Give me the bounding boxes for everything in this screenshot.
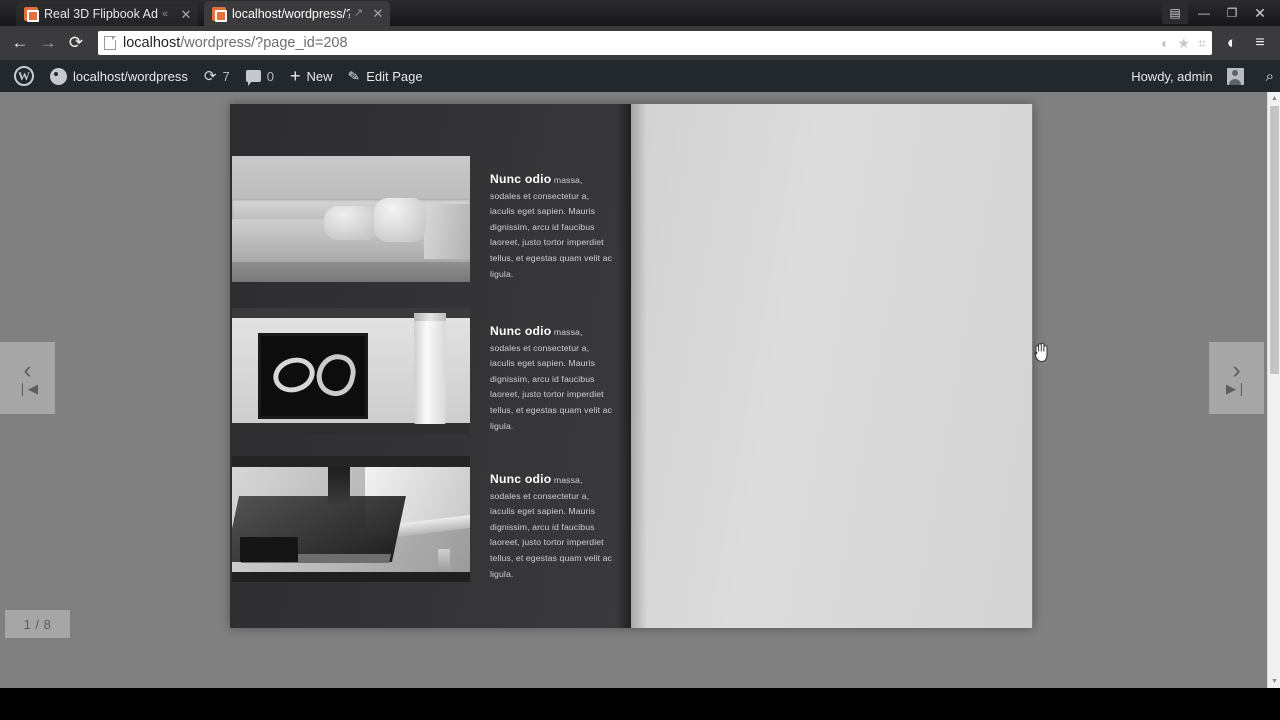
framed-artwork-and-vase-photo — [232, 308, 470, 434]
browser-menu-icon[interactable]: ≡ — [1246, 29, 1274, 57]
maximize-icon[interactable]: ❐ — [1218, 2, 1246, 24]
admin-bar-right: Howdy, admin ⌕ — [1123, 60, 1280, 92]
site-name-menu[interactable]: localhost/wordpress — [42, 60, 196, 92]
comments-count: 0 — [266, 68, 274, 84]
flipbook-stage[interactable]: Nunc odio massa, sodales et consectetur … — [0, 92, 1267, 688]
minimize-icon[interactable]: — — [1190, 2, 1218, 24]
tab-title: localhost/wordpress/?p — [232, 6, 350, 21]
tab-close-icon[interactable]: ✕ — [180, 8, 192, 21]
chevron-left-icon: ‹ — [23, 356, 32, 384]
address-bar-actions: ◐ ★ ⌗ — [1161, 35, 1206, 52]
search-icon[interactable]: ⌕ — [1266, 68, 1274, 85]
edit-page-menu[interactable]: ✎ Edit Page — [340, 60, 430, 92]
scroll-down-icon[interactable]: ▼ — [1268, 675, 1280, 688]
updates-icon: ⟳ — [203, 68, 217, 85]
forward-icon[interactable]: → — [34, 29, 62, 57]
close-icon[interactable]: ✕ — [1246, 2, 1274, 24]
browser-toolbar: ← → ⟳ localhost/wordpress/?page_id=208 ◐… — [0, 26, 1280, 60]
back-icon[interactable]: ← — [6, 29, 34, 57]
page-info-icon[interactable] — [104, 36, 116, 50]
glass-table-photo — [232, 456, 470, 582]
flipbook-page-right[interactable] — [631, 104, 1032, 628]
url-path: /wordpress/?page_id=208 — [180, 35, 348, 51]
site-name-label: localhost/wordpress — [73, 68, 188, 84]
chevron-right-icon: › — [1232, 356, 1241, 384]
wordpress-admin-bar: W localhost/wordpress ⟳ 7 0 + New ✎ Edit… — [0, 60, 1280, 92]
browser-window: Real 3D Flipbook Admin « ✕ localhost/wor… — [0, 0, 1280, 688]
flipbook-page-left[interactable]: Nunc odio massa, sodales et consectetur … — [230, 104, 631, 628]
page-blurb: Nunc odio massa, sodales et consectetur … — [470, 456, 631, 582]
updates-count: 7 — [222, 68, 230, 84]
tab-mute-icon: « — [162, 7, 169, 20]
previous-page-button[interactable]: ‹ ❘◀ — [0, 342, 55, 414]
blurb-lead: Nunc odio — [490, 472, 552, 486]
edit-page-label: Edit Page — [366, 68, 423, 84]
dashboard-icon — [50, 67, 67, 85]
extension-icon[interactable]: ⌗ — [1198, 35, 1206, 52]
page-counter: 1 / 8 — [5, 610, 70, 638]
flipbook-favicon — [212, 6, 227, 22]
flipbook-spread[interactable]: Nunc odio massa, sodales et consectetur … — [230, 104, 1033, 628]
new-label: New — [306, 68, 333, 84]
pencil-icon: ✎ — [347, 66, 362, 85]
tab-mute-icon: ↗ — [354, 7, 364, 19]
tab-title: Real 3D Flipbook Admin — [44, 7, 158, 21]
blurb-body: massa, sodales et consectetur a, iaculis… — [490, 175, 612, 279]
theme-toggle-icon[interactable]: ◐ — [1218, 29, 1246, 57]
flipbook-viewport[interactable]: Nunc odio massa, sodales et consectetur … — [0, 92, 1267, 688]
browser-tab-flipbook-admin[interactable]: Real 3D Flipbook Admin « ✕ — [16, 2, 198, 26]
first-page-icon[interactable]: ❘◀ — [17, 382, 38, 395]
scroll-up-icon[interactable]: ▲ — [1268, 92, 1280, 105]
address-bar[interactable]: localhost/wordpress/?page_id=208 ◐ ★ ⌗ — [98, 31, 1212, 55]
blurb-lead: Nunc odio — [490, 324, 552, 338]
plus-icon: + — [289, 66, 301, 86]
new-content-menu[interactable]: + New — [282, 60, 341, 92]
comments-menu[interactable]: 0 — [238, 60, 282, 92]
screen-letterbox — [0, 688, 1280, 720]
wp-logo-menu[interactable]: W — [6, 60, 42, 92]
tab-strip: Real 3D Flipbook Admin « ✕ localhost/wor… — [0, 0, 1280, 26]
contrast-icon[interactable]: ◐ — [1161, 35, 1169, 51]
bookmark-star-icon[interactable]: ★ — [1178, 35, 1191, 52]
url-host: localhost — [123, 35, 181, 51]
next-page-button[interactable]: › ▶❘ — [1209, 342, 1264, 414]
wordpress-logo-icon: W — [14, 66, 34, 86]
flipbook-favicon — [24, 7, 39, 22]
browser-tab-wordpress-page[interactable]: localhost/wordpress/?p ↗ ✕ — [204, 1, 390, 26]
howdy-label: Howdy, admin — [1131, 68, 1213, 84]
page-row: Nunc odio massa, sodales et consectetur … — [230, 456, 631, 582]
profile-icon[interactable]: ▤ — [1162, 2, 1188, 24]
page-scrollbar[interactable]: ▲ ▼ — [1267, 92, 1280, 688]
scrollbar-thumb[interactable] — [1270, 106, 1279, 374]
tab-close-icon[interactable]: ✕ — [372, 7, 384, 20]
page-blurb: Nunc odio massa, sodales et consectetur … — [470, 156, 631, 282]
new-tab-button[interactable] — [396, 6, 424, 24]
comment-bubble-icon — [245, 70, 261, 86]
my-account-menu[interactable]: Howdy, admin — [1123, 60, 1251, 92]
blurb-lead: Nunc odio — [490, 172, 552, 186]
blurb-body: massa, sodales et consectetur a, iaculis… — [490, 475, 612, 579]
page-row: Nunc odio massa, sodales et consectetur … — [230, 308, 631, 434]
updates-menu[interactable]: ⟳ 7 — [196, 60, 238, 92]
page-row: Nunc odio massa, sodales et consectetur … — [230, 156, 631, 282]
blurb-body: massa, sodales et consectetur a, iaculis… — [490, 327, 612, 431]
window-controls: ▤ — ❐ ✕ — [1162, 0, 1280, 26]
last-page-icon[interactable]: ▶❘ — [1226, 382, 1247, 395]
address-bar-url: localhost/wordpress/?page_id=208 — [123, 35, 348, 51]
avatar — [1226, 67, 1244, 85]
page-blurb: Nunc odio massa, sodales et consectetur … — [470, 308, 631, 434]
reload-icon[interactable]: ⟳ — [62, 29, 90, 57]
sofa-with-pillows-photo — [232, 156, 470, 282]
